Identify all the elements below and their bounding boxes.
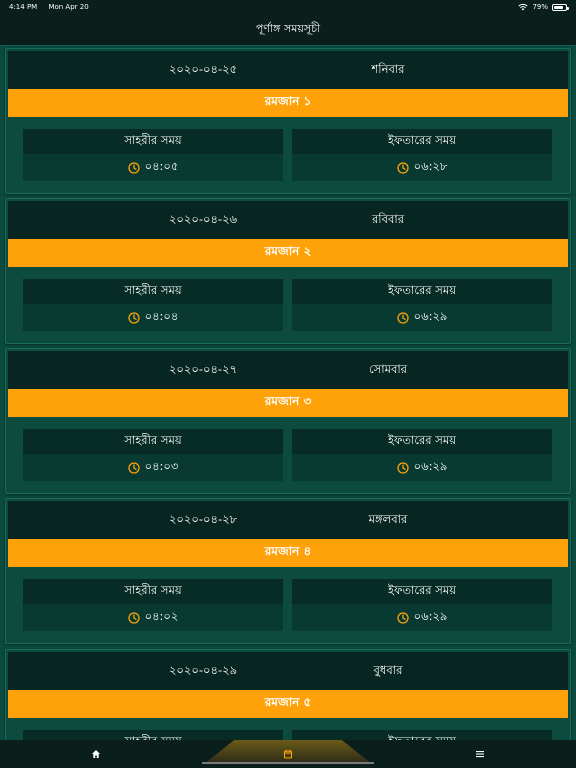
card-weekday: বুধবার: [373, 662, 403, 677]
ramadan-day-band: রমজান ৩: [8, 389, 568, 417]
day-card: ২০২০-০৪-২৬ রবিবার রমজান ২ সাহরীর সময় ০৪…: [5, 198, 571, 344]
sehri-time: ০৪:০৩: [144, 459, 179, 473]
card-header: ২০২০-০৪-২৭ সোমবার: [8, 351, 568, 389]
status-date: Mon Apr 20: [48, 3, 89, 11]
sehri-time: ০৪:০৪: [144, 309, 179, 323]
clock-icon: [396, 461, 409, 474]
status-left: 4:14 PM Mon Apr 20: [9, 3, 98, 11]
iftar-label: ইফতারের সময়: [292, 429, 552, 454]
card-weekday: মঙ্গলবার: [368, 511, 408, 526]
ramadan-day-band: রমজান ২: [8, 239, 568, 267]
status-right: 79%: [518, 3, 569, 11]
card-header: ২০২০-০৪-২৯ বুধবার: [8, 652, 568, 690]
tab-bar: [0, 740, 576, 768]
ramadan-day-band: রমজান ৫: [8, 690, 568, 718]
card-header: ২০২০-০৪-২৮ মঙ্গলবার: [8, 501, 568, 539]
battery-icon: [552, 3, 569, 11]
tab-menu[interactable]: [384, 740, 576, 768]
sehri-label: সাহরীর সময়: [23, 429, 283, 454]
day-card: ২০২০-০৪-২৫ শনিবার রমজান ১ সাহরীর সময় ০৪…: [5, 48, 571, 194]
iftar-time-row: ০৬:২৯: [292, 304, 552, 331]
iftar-box: ইফতারের সময় ০৬:২৮: [292, 129, 552, 181]
clock-icon: [396, 311, 409, 324]
wifi-icon: [518, 3, 528, 11]
nav-bar: পূর্ণাঙ্গ সময়সূচী: [0, 14, 576, 46]
sehri-box: সাহরীর সময় ০৪:০২: [23, 579, 283, 631]
iftar-box: ইফতারের সময় ০৬:২৯: [292, 429, 552, 481]
sehri-time-row: ০৪:০২: [23, 604, 283, 631]
clock-icon: [127, 161, 140, 174]
sehri-time-row: ০৪:০৩: [23, 454, 283, 481]
sehri-box: সাহরীর সময় ০৪:০৫: [23, 129, 283, 181]
sehri-box: সাহরীর সময় ০৪:০৪: [23, 279, 283, 331]
clock-icon: [127, 311, 140, 324]
iftar-label: ইফতারের সময়: [292, 129, 552, 154]
clock-icon: [396, 161, 409, 174]
ramadan-day-band: রমজান ৪: [8, 539, 568, 567]
iftar-time: ০৬:২৯: [413, 459, 448, 473]
tab-calendar[interactable]: [192, 740, 384, 768]
battery-fill: [554, 5, 563, 9]
iftar-time: ০৬:২৯: [413, 609, 448, 623]
card-weekday: শনিবার: [371, 61, 405, 76]
iftar-time-row: ০৬:২৮: [292, 154, 552, 181]
sehri-time: ০৪:০২: [144, 609, 179, 623]
sehri-box: সাহরীর সময় ০৪:০৩: [23, 429, 283, 481]
sehri-box: সাহরীর সময়: [23, 730, 283, 740]
battery-percent: 79%: [532, 3, 548, 11]
sehri-label: সাহরীর সময়: [23, 279, 283, 304]
calendar-icon: [283, 750, 293, 759]
iftar-label: ইফতারের সময়: [292, 579, 552, 604]
ramadan-day-band: রমজান ১: [8, 89, 568, 117]
active-tab-indicator: [202, 762, 374, 764]
iftar-time-row: ০৬:২৯: [292, 604, 552, 631]
card-header: ২০২০-০৪-২৬ রবিবার: [8, 201, 568, 239]
iftar-time-row: ০৬:২৯: [292, 454, 552, 481]
day-card: ২০২০-০৪-২৭ সোমবার রমজান ৩ সাহরীর সময় ০৪…: [5, 348, 571, 494]
clock-icon: [127, 611, 140, 624]
day-card: ২০২০-০৪-২৯ বুধবার রমজান ৫ সাহরীর সময় ইফ…: [5, 649, 571, 740]
card-header: ২০২০-০৪-২৫ শনিবার: [8, 51, 568, 89]
page-title: পূর্ণাঙ্গ সময়সূচী: [255, 22, 321, 35]
sehri-time-row: ০৪:০৪: [23, 304, 283, 331]
tab-home[interactable]: [0, 740, 192, 768]
iftar-label: ইফতারের সময়: [292, 730, 552, 740]
day-card: ২০২০-০৪-২৮ মঙ্গলবার রমজান ৪ সাহরীর সময় …: [5, 498, 571, 644]
status-time: 4:14 PM: [9, 3, 38, 11]
sehri-label: সাহরীর সময়: [23, 730, 283, 740]
iftar-label: ইফতারের সময়: [292, 279, 552, 304]
card-weekday: সোমবার: [368, 361, 408, 376]
clock-icon: [396, 611, 409, 624]
sehri-label: সাহরীর সময়: [23, 579, 283, 604]
sehri-time: ০৪:০৫: [144, 159, 179, 173]
iftar-box: ইফতারের সময় ০৬:২৯: [292, 279, 552, 331]
status-bar: 4:14 PM Mon Apr 20 79%: [0, 0, 576, 14]
iftar-box: ইফতারের সময় ০৬:২৯: [292, 579, 552, 631]
schedule-list[interactable]: ২০২০-০৪-২৫ শনিবার রমজান ১ সাহরীর সময় ০৪…: [0, 46, 576, 740]
card-weekday: রবিবার: [371, 211, 405, 226]
iftar-box: ইফতারের সময়: [292, 730, 552, 740]
clock-icon: [127, 461, 140, 474]
sehri-time-row: ০৪:০৫: [23, 154, 283, 181]
sehri-label: সাহরীর সময়: [23, 129, 283, 154]
menu-icon: [476, 751, 484, 758]
iftar-time: ০৬:২৮: [413, 159, 448, 173]
home-icon: [92, 750, 100, 758]
iftar-time: ০৬:২৯: [413, 309, 448, 323]
